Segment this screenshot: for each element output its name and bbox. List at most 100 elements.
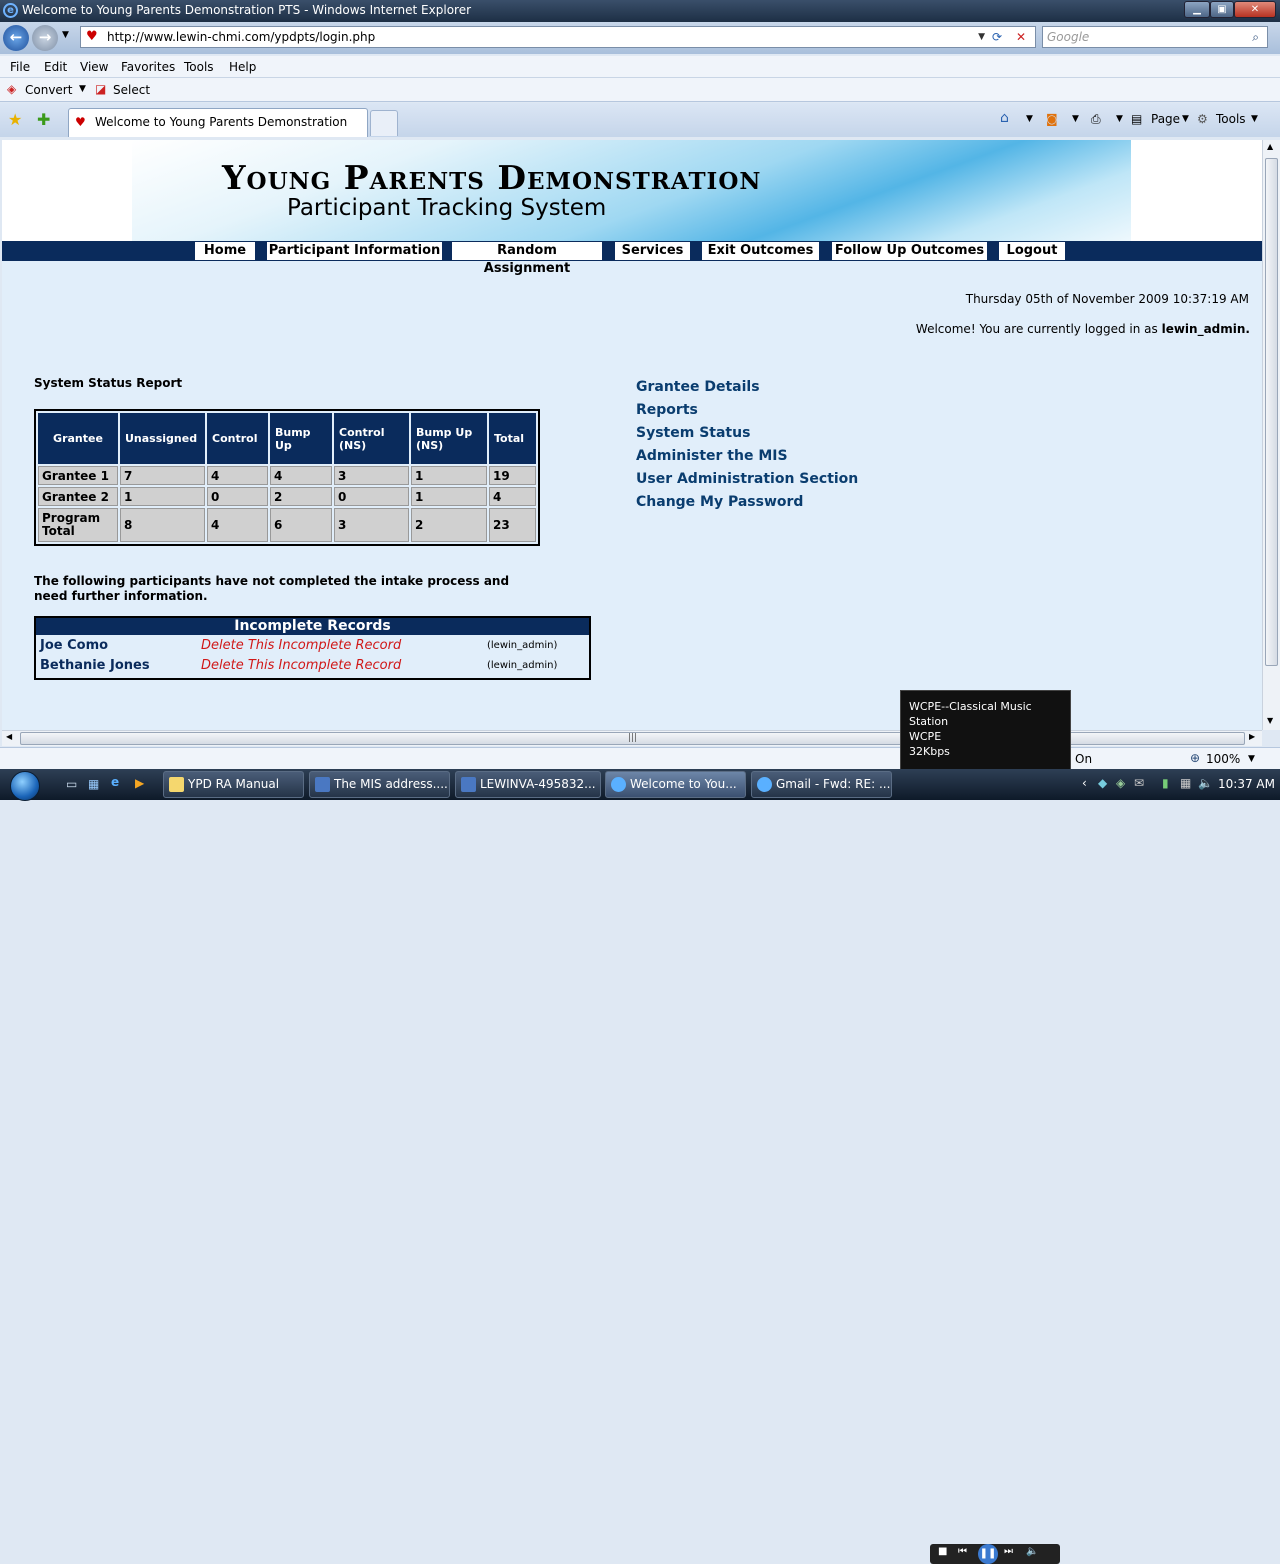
cell: 4 <box>207 508 268 542</box>
refresh-icon[interactable]: ⟳ <box>987 27 1007 47</box>
taskbar: ▭ ▦ e ▶ YPD RA Manual The MIS address...… <box>0 769 1280 1564</box>
scroll-down-icon[interactable]: ▼ <box>1267 716 1273 725</box>
scroll-right-icon[interactable]: ▶ <box>1249 732 1255 741</box>
menu-file[interactable]: File <box>10 60 30 74</box>
address-dropdown-icon[interactable]: ▼ <box>978 27 985 47</box>
pause-icon[interactable]: ❚❚ <box>978 1544 998 1564</box>
new-tab-button[interactable] <box>370 110 398 136</box>
previous-track-icon[interactable]: ⏮ <box>958 1546 967 1557</box>
cell: 3 <box>334 508 409 542</box>
nav-exit-outcomes[interactable]: Exit Outcomes <box>702 242 819 260</box>
add-favorites-icon[interactable]: ✚ <box>37 110 50 129</box>
switch-windows-icon[interactable]: ▦ <box>88 777 99 791</box>
show-desktop-icon[interactable]: ▭ <box>66 777 77 791</box>
maximize-button[interactable]: ▣ <box>1210 1 1234 18</box>
taskbar-ypd-ra-manual[interactable]: YPD RA Manual <box>163 771 304 798</box>
vertical-scrollbar[interactable]: ▲ ▼ <box>1262 140 1280 730</box>
page-dropdown-icon[interactable]: ▼ <box>1182 114 1189 124</box>
tray-mail-icon[interactable]: ✉ <box>1134 776 1144 790</box>
home-dropdown-icon[interactable]: ▼ <box>1026 114 1033 124</box>
taskbar-gmail[interactable]: Gmail - Fwd: RE: ... <box>751 771 892 798</box>
scroll-up-icon[interactable]: ▲ <box>1267 142 1273 151</box>
vertical-scroll-thumb[interactable] <box>1265 158 1278 666</box>
volume-icon[interactable]: 🔈 <box>1026 1546 1038 1557</box>
taskbar-mis-address[interactable]: The MIS address.... <box>309 771 450 798</box>
favorites-star-icon[interactable]: ★ <box>8 110 22 129</box>
next-track-icon[interactable]: ⏭ <box>1004 1546 1013 1557</box>
media-controls[interactable]: ■ ⏮ ❚❚ ⏭ 🔈 <box>930 1544 1060 1564</box>
delete-record-link[interactable]: Delete This Incomplete Record <box>201 658 401 673</box>
select-button[interactable]: Select <box>113 83 150 97</box>
banner-right-margin <box>1131 140 1262 241</box>
tray-app-icon[interactable]: ◈ <box>1116 776 1125 790</box>
history-dropdown-icon[interactable]: ▼ <box>62 30 69 40</box>
tools-menu[interactable]: Tools <box>1216 112 1246 126</box>
tab-favicon-icon: ♥ <box>75 115 86 129</box>
nav-participant-information[interactable]: Participant Information <box>267 242 442 260</box>
tools-dropdown-icon[interactable]: ▼ <box>1251 114 1258 124</box>
horizontal-scrollbar[interactable]: ◀ ||| ▶ <box>2 730 1262 746</box>
tray-network-icon[interactable]: ◆ <box>1098 776 1107 790</box>
tray-network-status-icon[interactable]: ▦ <box>1180 776 1191 790</box>
stop-icon[interactable]: ✕ <box>1011 27 1031 47</box>
pdf-toolbar: ◈ Convert ▼ ◪ Select <box>0 78 1280 102</box>
nav-home[interactable]: Home <box>195 242 255 260</box>
link-system-status[interactable]: System Status <box>636 425 750 441</box>
print-icon[interactable]: ⎙ <box>1091 112 1101 127</box>
nav-logout[interactable]: Logout <box>999 242 1065 260</box>
tray-volume-icon[interactable]: 🔈 <box>1198 776 1213 790</box>
link-administer-mis[interactable]: Administer the MIS <box>636 448 788 464</box>
link-change-password[interactable]: Change My Password <box>636 494 803 510</box>
zoom-dropdown-icon[interactable]: ▼ <box>1248 754 1255 764</box>
link-user-administration[interactable]: User Administration Section <box>636 471 858 487</box>
menu-favorites[interactable]: Favorites <box>121 60 175 74</box>
address-bar[interactable]: ♥ http://www.lewin-chmi.com/ypdpts/login… <box>80 26 1036 48</box>
feeds-dropdown-icon[interactable]: ▼ <box>1072 114 1079 124</box>
menu-tools[interactable]: Tools <box>184 60 214 74</box>
station-code: WCPE <box>909 730 942 743</box>
col-control: Control <box>207 413 268 464</box>
participant-name-link[interactable]: Joe Como <box>40 638 108 653</box>
tray-power-icon[interactable]: ▮ <box>1162 776 1169 790</box>
tab-active[interactable]: ♥ Welcome to Young Parents Demonstration… <box>68 108 368 155</box>
link-grantee-details[interactable]: Grantee Details <box>636 379 760 395</box>
taskbar-lewinva[interactable]: LEWINVA-495832... <box>455 771 601 798</box>
zoom-level[interactable]: 100% <box>1206 752 1240 766</box>
cell: 1 <box>411 487 487 506</box>
media-player-icon[interactable]: ▶ <box>135 776 144 790</box>
nav-random-assignment[interactable]: Random Assignment <box>452 242 602 276</box>
minimize-button[interactable]: ▁ <box>1184 1 1210 18</box>
incomplete-intro: The following participants have not comp… <box>34 574 510 603</box>
menu-view[interactable]: View <box>80 60 108 74</box>
stop-media-icon[interactable]: ■ <box>938 1546 947 1557</box>
scroll-left-icon[interactable]: ◀ <box>6 732 12 741</box>
print-dropdown-icon[interactable]: ▼ <box>1116 114 1123 124</box>
taskbar-welcome-ie[interactable]: Welcome to You... <box>605 771 746 798</box>
bitrate: 32Kbps <box>909 745 950 758</box>
search-input[interactable]: Google ⌕ <box>1042 26 1268 48</box>
home-icon[interactable]: ⌂ <box>1000 110 1009 126</box>
link-reports[interactable]: Reports <box>636 402 698 418</box>
table-row: Grantee 1 7 4 4 3 1 19 <box>38 466 536 485</box>
participant-name-link[interactable]: Bethanie Jones <box>40 658 150 673</box>
menu-help[interactable]: Help <box>229 60 256 74</box>
close-button[interactable]: ✕ <box>1234 1 1276 18</box>
convert-dropdown-icon[interactable]: ▼ <box>79 84 86 94</box>
back-button[interactable]: ← <box>3 25 29 51</box>
site-banner: Young Parents Demonstration Participant … <box>132 140 1131 241</box>
delete-record-link[interactable]: Delete This Incomplete Record <box>201 638 401 653</box>
menu-edit[interactable]: Edit <box>44 60 67 74</box>
page-menu[interactable]: Page <box>1151 112 1180 126</box>
taskbar-clock[interactable]: 10:37 AM <box>1218 777 1275 791</box>
ie-quicklaunch-icon[interactable]: e <box>111 775 119 789</box>
start-button[interactable] <box>10 771 40 801</box>
convert-button[interactable]: Convert <box>25 83 72 97</box>
feeds-icon[interactable]: ◙ <box>1046 112 1058 126</box>
search-icon[interactable]: ⌕ <box>1252 27 1259 47</box>
nav-follow-up-outcomes[interactable]: Follow Up Outcomes <box>832 242 987 260</box>
nav-services[interactable]: Services <box>615 242 690 260</box>
tray-expand-icon[interactable]: ‹ <box>1082 776 1087 790</box>
cell: 4 <box>270 466 332 485</box>
forward-button[interactable]: → <box>32 25 58 51</box>
col-control-ns: Control (NS) <box>334 413 409 464</box>
